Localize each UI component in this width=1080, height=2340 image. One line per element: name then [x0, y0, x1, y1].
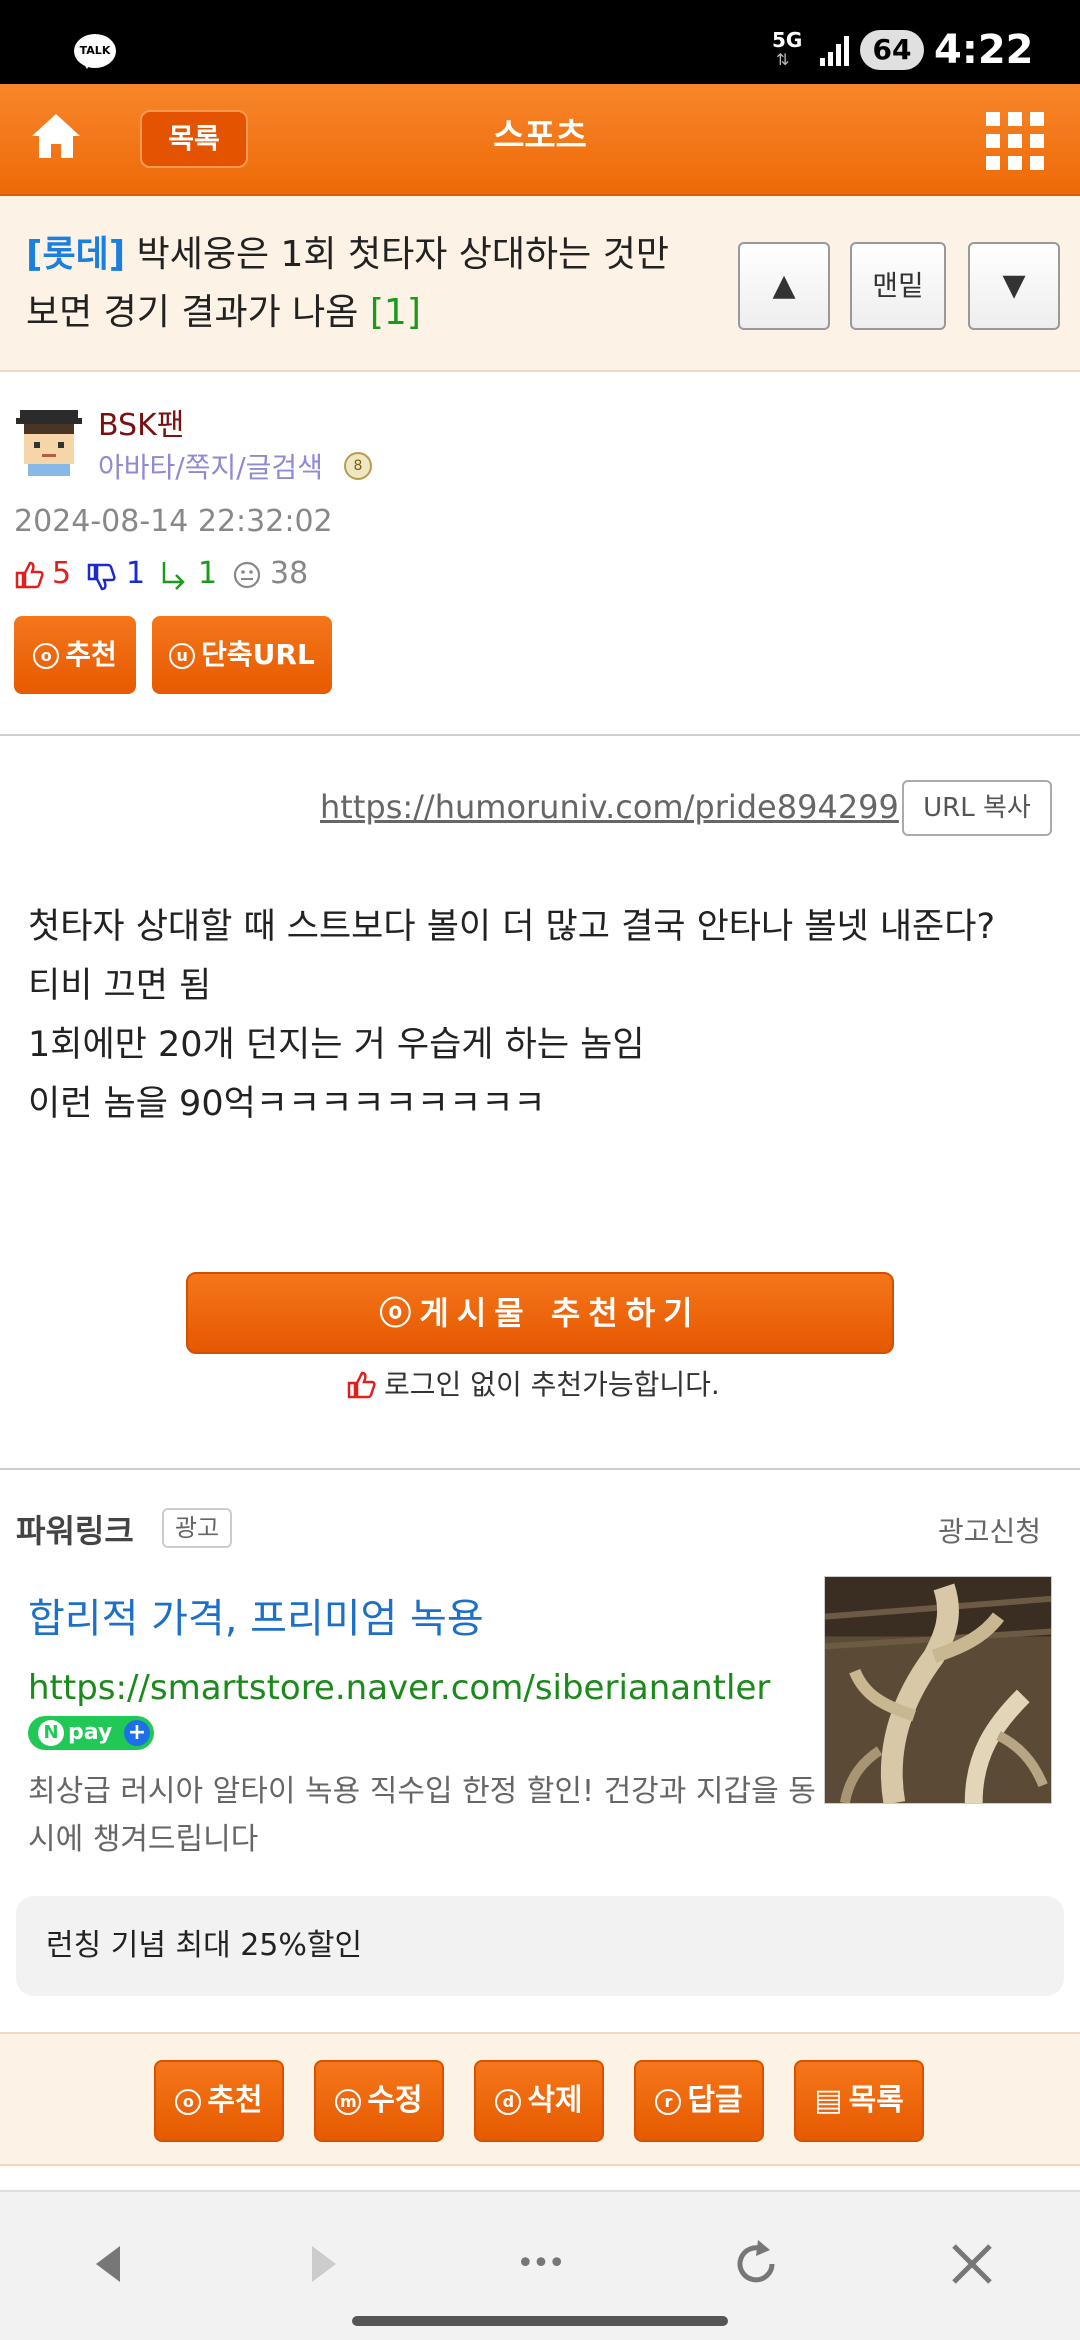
previous-post-button[interactable]: ▲: [738, 242, 830, 330]
bottom-recommend-button[interactable]: o 추천: [154, 2060, 284, 2142]
naver-n-icon: N: [38, 1720, 64, 1746]
login-note-text: 로그인 없이 추천가능합니다.: [384, 1368, 720, 1401]
divider: [0, 734, 1080, 736]
content-line: 첫타자 상대할 때 스트보다 볼이 더 많고 결국 안타나 볼넷 내준다?: [28, 907, 996, 947]
list-button[interactable]: 목록: [140, 110, 248, 168]
author-links[interactable]: 아바타/쪽지/글검색: [98, 446, 323, 486]
recommend-icon: o: [33, 643, 60, 669]
content-line: 1회에만 20개 던지는 거 우습게 하는 놈임: [28, 1025, 645, 1065]
divider: [0, 1468, 1080, 1470]
post-category: [롯데]: [26, 234, 126, 275]
thumbs-down-icon: [87, 563, 116, 591]
delete-icon: d: [495, 2089, 522, 2115]
post-action-bar: o 추천 m 수정 d 삭제 r 답글 ▤ 목록: [0, 2032, 1080, 2166]
dislike-count: 1: [126, 556, 146, 591]
url-copy-button[interactable]: URL 복사: [902, 780, 1052, 836]
edit-label: 수정: [367, 2083, 423, 2118]
short-url-icon: u: [169, 643, 196, 669]
content-line: 이런 놈을 90억ㅋㅋㅋㅋㅋㅋㅋㅋㅋ: [28, 1084, 546, 1124]
npay-label: pay: [68, 1720, 113, 1745]
level-badge-icon: 8: [344, 452, 372, 480]
recommend-label: 추천: [207, 2083, 263, 2118]
recommend-icon: o: [175, 2089, 202, 2115]
source-url-link[interactable]: https://humoruniv.com/pride894299: [320, 788, 899, 826]
refresh-icon[interactable]: [726, 2234, 786, 2294]
ad-title-link[interactable]: 합리적 가격, 프리미엄 녹용: [28, 1586, 484, 1644]
battery-indicator: 64: [860, 30, 924, 70]
ad-section-label: 파워링크: [16, 1512, 134, 1550]
forward-icon[interactable]: [292, 2234, 352, 2294]
more-icon[interactable]: •••: [510, 2234, 570, 2294]
thumbs-up-icon: [347, 1371, 376, 1399]
list-icon: ▤: [814, 2083, 843, 2118]
reply-button[interactable]: r 답글: [634, 2060, 764, 2142]
post-date: 2024-08-14 22:32:02: [14, 504, 333, 539]
network-type: 5G: [772, 28, 803, 52]
delete-label: 삭제: [527, 2083, 583, 2118]
reply-icon: r: [655, 2089, 682, 2115]
clock: 4:22: [934, 27, 1034, 73]
home-indicator[interactable]: [352, 2316, 728, 2326]
avatar[interactable]: [14, 404, 84, 476]
npay-badge: Npay +: [28, 1716, 154, 1750]
recommend-label: 추천: [65, 638, 117, 671]
ad-promo-banner[interactable]: 런칭 기념 최대 25%할인: [16, 1896, 1064, 1996]
views-face-icon: [233, 561, 261, 589]
post-title-area: [롯데] 박세웅은 1회 첫타자 상대하는 것만 보면 경기 결과가 나옴 [1…: [0, 196, 1080, 372]
kakaotalk-icon: TALK: [74, 34, 116, 69]
comment-count[interactable]: [1]: [370, 292, 421, 333]
thumbs-up-icon: [15, 561, 44, 589]
like-count: 5: [52, 556, 72, 591]
close-icon[interactable]: [942, 2234, 1002, 2294]
ad-badge: 광고: [162, 1508, 232, 1548]
recommend-post-button[interactable]: ⓞ게시물 추천하기: [186, 1272, 894, 1354]
menu-grid-icon[interactable]: [986, 112, 1044, 170]
short-url-label: 단축URL: [201, 638, 315, 671]
reply-label: 답글: [687, 2083, 743, 2118]
short-url-button[interactable]: u 단축URL: [152, 616, 332, 694]
home-icon[interactable]: [28, 108, 84, 164]
edit-button[interactable]: m 수정: [314, 2060, 444, 2142]
edit-icon: m: [335, 2089, 362, 2115]
delete-button[interactable]: d 삭제: [474, 2060, 604, 2142]
next-post-button[interactable]: ▼: [968, 242, 1060, 330]
plus-icon: +: [124, 1720, 150, 1746]
ad-apply-link[interactable]: 광고신청: [938, 1510, 1041, 1550]
post-title: [롯데] 박세웅은 1회 첫타자 상대하는 것만 보면 경기 결과가 나옴 [1…: [26, 226, 706, 342]
ad-url-link[interactable]: https://smartstore.naver.com/siberianant…: [28, 1668, 770, 1708]
ad-antler-image[interactable]: [824, 1576, 1052, 1804]
data-arrows-icon: ⇅: [776, 50, 790, 69]
ad-description: 최상급 러시아 알타이 녹용 직수입 한정 할인! 건강과 지갑을 동시에 챙겨…: [28, 1774, 816, 1857]
status-bar: TALK 5G ⇅ 64 4:22: [0, 0, 1080, 84]
post-content: 첫타자 상대할 때 스트보다 볼이 더 많고 결국 안타나 볼넷 내준다? 티비…: [28, 898, 1058, 1134]
back-icon[interactable]: [80, 2234, 140, 2294]
go-bottom-button[interactable]: 맨밑: [850, 242, 946, 330]
reply-arrow-icon: [162, 562, 185, 590]
bottom-list-button[interactable]: ▤ 목록: [794, 2060, 924, 2142]
content-line: 티비 끄면 됨: [28, 966, 212, 1006]
top-bar: 스포츠 목록: [0, 84, 1080, 196]
recommend-button[interactable]: o 추천: [14, 616, 136, 694]
view-count: 38: [270, 556, 309, 591]
browser-nav-bar: •••: [0, 2190, 1080, 2340]
signal-icon: [820, 36, 849, 66]
list-label: 목록: [848, 2083, 904, 2118]
author-name[interactable]: BSK팬: [98, 400, 184, 444]
reply-count: 1: [198, 556, 218, 591]
login-note: 로그인 없이 추천가능합니다.: [346, 1364, 720, 1406]
